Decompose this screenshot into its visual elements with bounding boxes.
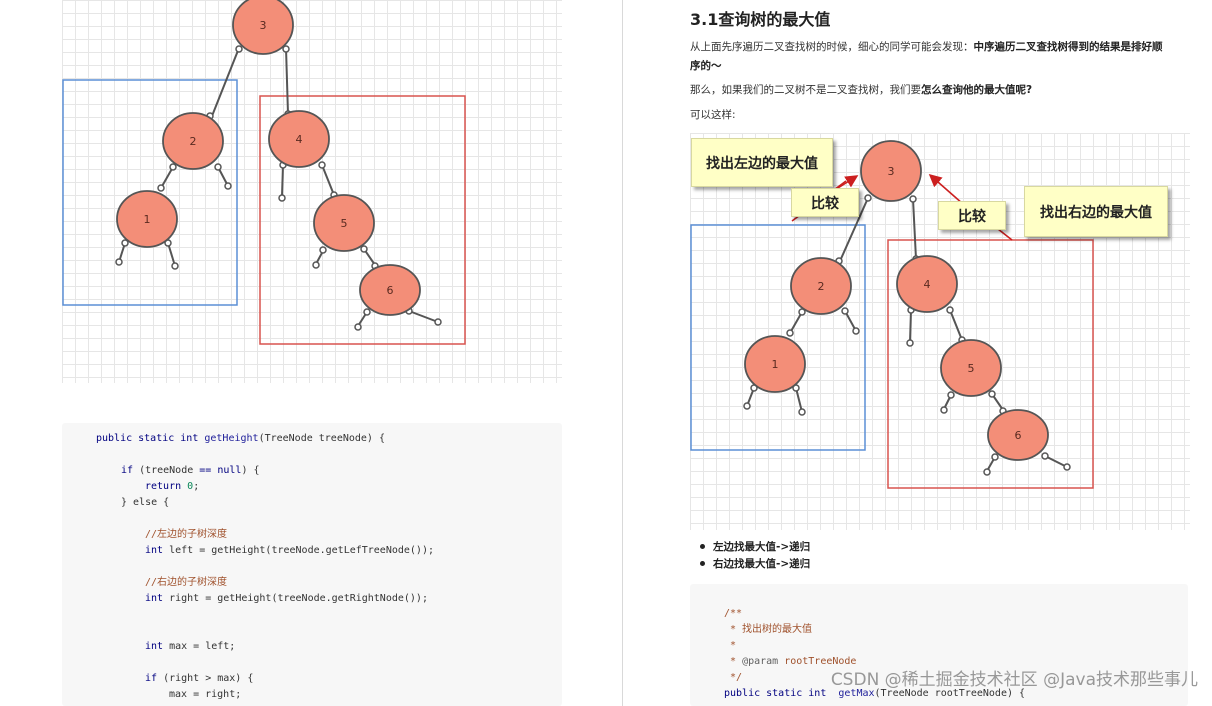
code-line: max = right; <box>169 689 242 700</box>
section-title: 3.1查询树的最大值 <box>690 10 831 29</box>
node-label: 4 <box>924 278 931 291</box>
code-line: int right = getHeight(treeNode.getRightN… <box>145 593 428 604</box>
node-label: 3 <box>260 19 267 32</box>
code-line: if (treeNode == null) { <box>121 465 260 476</box>
left-code-block: public static int getHeight(TreeNode tre… <box>62 423 562 706</box>
page-divider <box>622 0 623 706</box>
node-label: 5 <box>968 362 975 375</box>
code-line: } else { <box>121 497 170 508</box>
code-comment: //左边的子树深度 <box>145 529 228 540</box>
node-label: 5 <box>341 217 348 230</box>
arrow-right-to-root <box>928 173 964 205</box>
code-line: int left = getHeight(treeNode.getLefTree… <box>145 545 434 556</box>
code-comment: * <box>724 640 737 651</box>
node-label: 3 <box>888 165 895 178</box>
list-item: 右边找最大值->递归 <box>700 555 810 572</box>
node-label: 1 <box>772 358 779 371</box>
arrow-left-to-root <box>837 175 859 189</box>
question-paragraph: 那么，如果我们的二叉树不是二叉查找树，我们要怎么查询他的最大值呢? <box>690 84 1033 96</box>
bullet-dot <box>700 544 705 549</box>
watermark: CSDN @稀土掘金技术社区 @Java技术那些事儿 <box>830 670 1198 690</box>
code-line: if (right > max) { <box>145 673 254 684</box>
code-comment: */ <box>724 672 743 683</box>
bullet-list: 左边找最大值->递归 右边找最大值->递归 <box>700 538 810 572</box>
code-line: int max = left; <box>145 641 236 652</box>
tree-nodes <box>116 0 421 316</box>
code-line: return 0; <box>145 481 200 492</box>
callout-left-max: 找出左边的最大值 <box>691 138 833 187</box>
code-comment: * 找出树的最大值 <box>724 624 813 635</box>
callout-compare-left: 比较 <box>791 188 859 217</box>
code-comment: //右边的子树深度 <box>145 577 228 588</box>
lead-in-text: 可以这样: <box>690 109 736 121</box>
node-label: 1 <box>144 213 151 226</box>
bullet-dot <box>700 561 705 566</box>
node-label: 2 <box>190 135 197 148</box>
node-label: 6 <box>387 284 394 297</box>
left-tree-svg: 3 2 4 1 5 6 <box>62 0 466 345</box>
callout-right-max: 找出右边的最大值 <box>1024 186 1168 237</box>
code-line: public static int getHeight(TreeNode tre… <box>96 433 385 444</box>
node-label: 4 <box>296 133 303 146</box>
node-label: 6 <box>1015 429 1022 442</box>
code-comment: /** <box>724 608 743 619</box>
left-tree-diagram: 3 2 4 1 5 6 <box>62 0 562 383</box>
list-item: 左边找最大值->递归 <box>700 538 810 555</box>
intro-paragraph: 从上面先序遍历二叉查找树的时候，细心的同学可能会发现：中序遍历二叉查找树得到的结… <box>690 41 1163 72</box>
node-label: 2 <box>818 280 825 293</box>
callout-compare-right: 比较 <box>938 201 1006 230</box>
